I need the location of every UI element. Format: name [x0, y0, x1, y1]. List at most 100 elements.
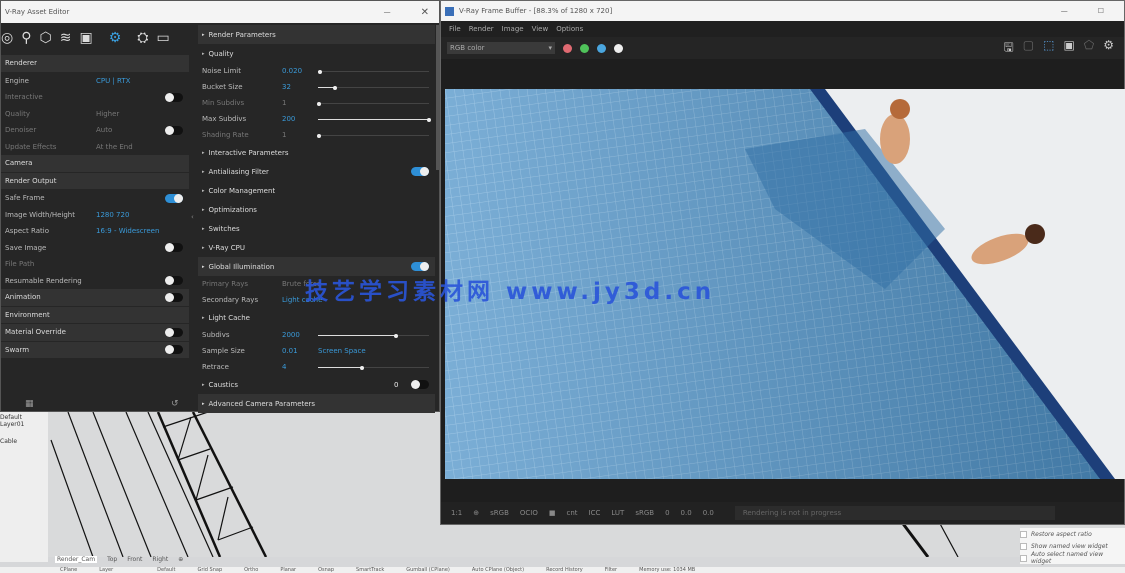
- bottom-tool-button[interactable]: OCIO: [520, 509, 538, 517]
- param-interactive-parameters[interactable]: ▸ Interactive Parameters: [198, 143, 435, 162]
- expand-arrow-icon[interactable]: ▸: [202, 245, 205, 251]
- layer-item[interactable]: Default: [0, 414, 48, 421]
- tab-front[interactable]: Front: [127, 556, 142, 563]
- setting-value[interactable]: 1280 720: [96, 211, 129, 219]
- toggle-switch[interactable]: [165, 292, 183, 302]
- param-shading-rate[interactable]: Shading Rate 1: [198, 127, 435, 143]
- tab-render-cam[interactable]: Render_Cam: [55, 556, 98, 563]
- slider-handle[interactable]: [332, 85, 337, 90]
- render-icon[interactable]: ⚙: [1103, 38, 1114, 59]
- bottom-tool-button[interactable]: 0.0: [703, 509, 714, 517]
- param-quality[interactable]: ▸ Quality: [198, 44, 435, 63]
- slider-handle[interactable]: [318, 69, 323, 74]
- slider-handle[interactable]: [360, 365, 365, 370]
- toggle-switch[interactable]: [165, 243, 183, 253]
- param-slider[interactable]: [318, 117, 431, 122]
- menu-view[interactable]: View: [532, 25, 549, 33]
- setting-file-path[interactable]: File Path: [1, 256, 189, 273]
- slider-handle[interactable]: [317, 133, 322, 138]
- param-max-subdivs[interactable]: Max Subdivs 200: [198, 111, 435, 127]
- track-mouse-icon[interactable]: ▣: [1063, 38, 1074, 59]
- param-optimizations[interactable]: ▸ Optimizations: [198, 200, 435, 219]
- menu-image[interactable]: Image: [502, 25, 524, 33]
- param-sample-size[interactable]: Sample Size 0.01 Screen Space: [198, 343, 435, 359]
- toggle-switch[interactable]: [165, 125, 183, 135]
- param-v-ray-cpu[interactable]: ▸ V-Ray CPU: [198, 238, 435, 257]
- param-slider[interactable]: [318, 69, 429, 74]
- status-item[interactable]: Default: [157, 567, 175, 573]
- status-item[interactable]: CPlane: [60, 567, 77, 573]
- expand-arrow-icon[interactable]: ▸: [202, 32, 205, 38]
- param-value[interactable]: 4: [282, 363, 286, 371]
- close-button[interactable]: ✕: [421, 7, 429, 18]
- param-color-management[interactable]: ▸ Color Management: [198, 181, 435, 200]
- file-icon[interactable]: ▦: [25, 399, 34, 409]
- layer-item[interactable]: Layer01: [0, 421, 48, 428]
- expand-arrow-icon[interactable]: ▸: [202, 169, 205, 175]
- param-value[interactable]: 0: [394, 381, 398, 389]
- slider-handle[interactable]: [427, 117, 431, 122]
- param-mode-select[interactable]: Screen Space: [318, 347, 366, 355]
- section-render-output[interactable]: Render Output: [1, 172, 189, 189]
- status-item[interactable]: Filter: [605, 567, 617, 573]
- settings-icon[interactable]: ⚙: [109, 30, 122, 46]
- setting-value[interactable]: Auto: [96, 126, 112, 134]
- setting-update-effects[interactable]: Update Effects At the End: [1, 139, 189, 156]
- param-slider[interactable]: [317, 133, 429, 138]
- clear-icon[interactable]: ▢: [1023, 38, 1034, 59]
- param-light-cache[interactable]: ▸ Light Cache: [198, 308, 435, 327]
- param-value[interactable]: 1: [282, 99, 286, 107]
- collapse-arrow[interactable]: ‹: [191, 213, 194, 221]
- blue-channel-button[interactable]: [597, 43, 606, 53]
- setting-image-width-height[interactable]: Image Width/Height 1280 720: [1, 207, 189, 224]
- param-value[interactable]: 0.020: [282, 67, 302, 75]
- bottom-tool-button[interactable]: ■: [549, 509, 556, 517]
- param-advanced-camera-parameters[interactable]: ▸ Advanced Camera Parameters: [198, 394, 435, 413]
- expand-arrow-icon[interactable]: ▸: [202, 150, 205, 156]
- expand-arrow-icon[interactable]: ▸: [202, 382, 205, 388]
- green-channel-button[interactable]: [580, 43, 589, 53]
- minimize-button[interactable]: —: [1061, 7, 1068, 15]
- setting-save-image[interactable]: Save Image: [1, 240, 189, 257]
- bottom-tool-button[interactable]: ICC: [589, 509, 601, 517]
- textures-icon[interactable]: ▣: [79, 30, 92, 46]
- red-channel-button[interactable]: [563, 43, 572, 53]
- expand-arrow-icon[interactable]: ▸: [202, 315, 205, 321]
- param-bucket-size[interactable]: Bucket Size 32: [198, 79, 435, 95]
- status-item[interactable]: Planar: [280, 567, 296, 573]
- status-item[interactable]: Osnap: [318, 567, 334, 573]
- reset-icon[interactable]: ↺: [171, 399, 179, 409]
- param-value[interactable]: 200: [282, 115, 295, 123]
- param-noise-limit[interactable]: Noise Limit 0.020: [198, 63, 435, 79]
- bottom-tool-button[interactable]: LUT: [611, 509, 624, 517]
- status-item[interactable]: Record History: [546, 567, 583, 573]
- toggle-switch[interactable]: [165, 276, 183, 286]
- param-value[interactable]: 1: [282, 131, 286, 139]
- bottom-tool-button[interactable]: sRGB: [490, 509, 509, 517]
- toggle-switch[interactable]: [165, 345, 183, 355]
- toggle-switch[interactable]: [165, 327, 183, 337]
- setting-safe-frame[interactable]: Safe Frame: [1, 190, 189, 207]
- toggle-switch[interactable]: [165, 92, 183, 102]
- save-icon[interactable]: 🖫: [1004, 38, 1014, 59]
- bottom-tool-button[interactable]: ⊕: [473, 509, 479, 517]
- param-value[interactable]: 0.01: [282, 347, 298, 355]
- bottom-tool-button[interactable]: 0.0: [681, 509, 692, 517]
- bottom-tool-button[interactable]: cnt: [567, 509, 578, 517]
- setting-value[interactable]: CPU | RTX: [96, 77, 130, 85]
- region-render-icon[interactable]: ⬚: [1043, 38, 1054, 59]
- setting-aspect-ratio[interactable]: Aspect Ratio 16:9 - Widescreen: [1, 223, 189, 240]
- minimize-button[interactable]: —: [384, 8, 391, 16]
- section-renderer[interactable]: Renderer: [1, 55, 189, 72]
- setting-denoiser[interactable]: Denoiser Auto: [1, 122, 189, 139]
- menu-render[interactable]: Render: [469, 25, 494, 33]
- section-animation[interactable]: Animation: [1, 289, 189, 306]
- param-caustics[interactable]: ▸ Caustics 0: [198, 375, 435, 394]
- param-slider[interactable]: [317, 101, 429, 106]
- param-slider[interactable]: [318, 85, 429, 90]
- param-antialiasing-filter[interactable]: ▸ Antialiasing Filter: [198, 162, 435, 181]
- setting-value[interactable]: Higher: [96, 110, 119, 118]
- menu-file[interactable]: File: [449, 25, 461, 33]
- restore-aspect-checkbox[interactable]: Restore aspect ratio: [1020, 528, 1125, 540]
- slider-handle[interactable]: [317, 101, 322, 106]
